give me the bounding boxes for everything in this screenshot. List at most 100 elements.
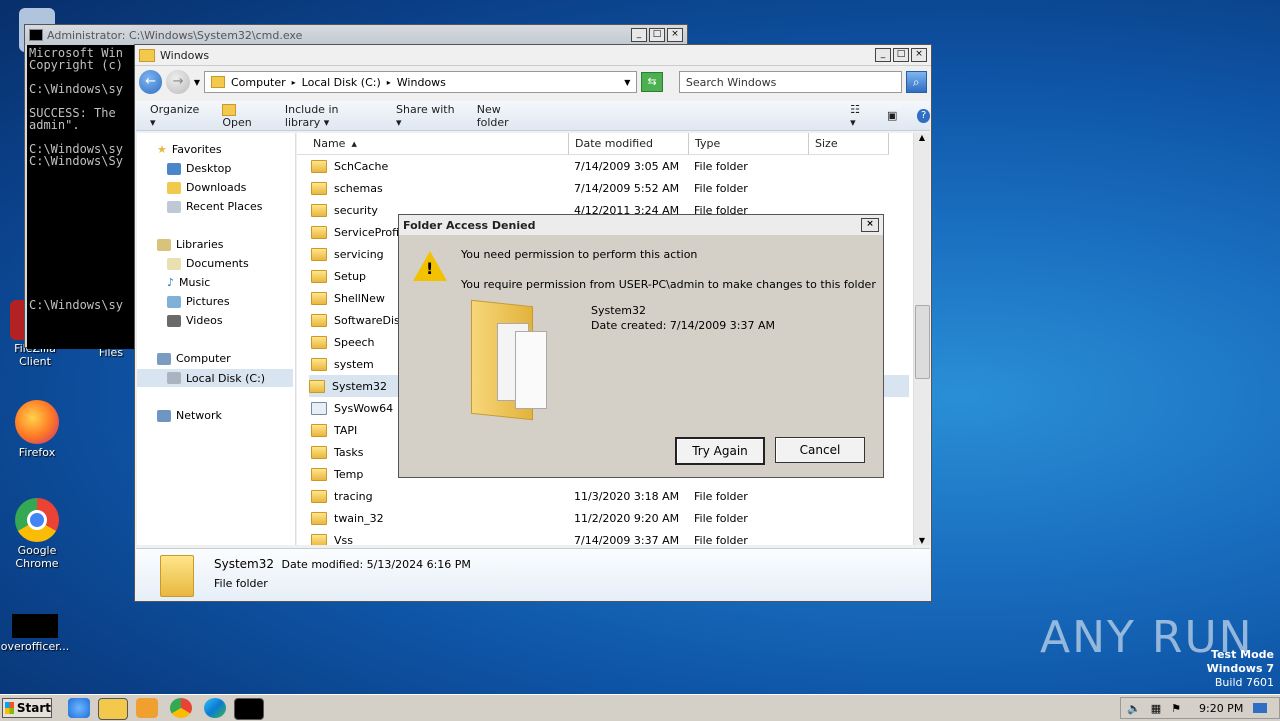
scroll-thumb[interactable] (915, 305, 930, 379)
search-input[interactable]: Search Windows (678, 71, 902, 93)
volume-icon[interactable]: 🔈 (1127, 702, 1141, 715)
file-type: File folder (694, 533, 748, 546)
column-header-date[interactable]: Date modified (569, 133, 689, 155)
nav-music[interactable]: ♪ Music (167, 276, 210, 289)
access-denied-dialog[interactable]: Folder Access Denied × ! You need permis… (398, 214, 884, 478)
scroll-up-icon[interactable]: ▲ (914, 133, 930, 142)
breadcrumb-computer[interactable]: Computer (231, 76, 286, 89)
clock[interactable]: 9:20 PM (1199, 702, 1243, 715)
console-line: C:\Windows\sy (29, 82, 123, 96)
dialog-date-created: Date created: 7/14/2009 3:37 AM (591, 319, 776, 332)
edge-icon[interactable] (204, 698, 226, 718)
console-line: Copyright (c) (29, 58, 123, 72)
try-again-button[interactable]: Try Again (675, 437, 765, 465)
start-button[interactable]: Start (2, 698, 52, 718)
chevron-right-icon[interactable]: ▸ (387, 78, 391, 87)
file-row[interactable]: twain_32 11/2/2020 9:20 AM File folder (311, 507, 911, 529)
history-dropdown-icon[interactable]: ▼ (194, 78, 200, 87)
desktop-icon-chrome[interactable]: Google Chrome (2, 498, 72, 570)
nav-local-disk[interactable]: Local Disk (C:) (137, 369, 293, 387)
maximize-button[interactable]: □ (649, 28, 665, 42)
system-tray: 🔈 ▦ ⚑ 9:20 PM (1120, 697, 1280, 719)
explorer-titlebar[interactable]: Windows _ □ × (135, 45, 931, 66)
show-desktop-icon[interactable] (1253, 703, 1268, 713)
open-button[interactable]: Open (222, 103, 265, 129)
dialog-close-button[interactable]: × (861, 218, 879, 232)
nav-recent-places[interactable]: Recent Places (167, 200, 263, 213)
file-row[interactable]: tracing 11/3/2020 3:18 AM File folder (311, 485, 911, 507)
dialog-titlebar[interactable]: Folder Access Denied × (399, 215, 883, 235)
desktop-icon-overofficer[interactable]: overofficer... (0, 614, 70, 653)
column-header-size[interactable]: Size (809, 133, 889, 155)
folder-thumbnail-icon (160, 555, 194, 597)
folder-icon (311, 225, 327, 239)
minimize-button[interactable]: _ (631, 28, 647, 42)
breadcrumb[interactable]: Computer ▸ Local Disk (C:) ▸ Windows ▼ (203, 71, 638, 93)
chevron-down-icon[interactable]: ▼ (624, 78, 630, 87)
file-row[interactable]: SchCache 7/14/2009 3:05 AM File folder (311, 155, 911, 177)
new-folder-button[interactable]: New folder (477, 103, 530, 129)
flag-icon[interactable]: ⚑ (1171, 702, 1181, 715)
back-button[interactable]: ← (139, 70, 163, 94)
column-header-type[interactable]: Type (689, 133, 809, 155)
address-bar-row: ← → ▼ Computer ▸ Local Disk (C:) ▸ Windo… (139, 67, 928, 97)
explorer-title: Windows (160, 48, 210, 62)
nav-documents[interactable]: Documents (167, 257, 249, 270)
close-button[interactable]: × (667, 28, 683, 42)
open-icon (222, 103, 237, 116)
media-player-icon[interactable] (136, 698, 158, 718)
search-icon[interactable]: ⌕ (905, 71, 928, 93)
nav-libraries[interactable]: Libraries (157, 238, 224, 251)
os-version: Windows 7 (1206, 662, 1274, 675)
music-icon: ♪ (167, 276, 175, 289)
nav-videos[interactable]: Videos (167, 314, 223, 327)
share-with-button[interactable]: Share with ▾ (396, 103, 457, 129)
minimize-button[interactable]: _ (875, 48, 891, 62)
breadcrumb-local-disk[interactable]: Local Disk (C:) (302, 76, 381, 89)
chevron-right-icon[interactable]: ▸ (292, 78, 296, 87)
folder-icon (311, 291, 327, 305)
folder-icon (311, 159, 327, 173)
nav-favorites[interactable]: ★ Favorites (157, 143, 222, 156)
breadcrumb-windows[interactable]: Windows (397, 76, 446, 89)
file-name: SchCache (334, 159, 389, 173)
column-header-name[interactable]: Name ▲ (297, 133, 569, 155)
cmd-titlebar[interactable]: Administrator: C:\Windows\System32\cmd.e… (25, 25, 687, 45)
nav-pictures[interactable]: Pictures (167, 295, 230, 308)
maximize-button[interactable]: □ (893, 48, 909, 62)
explorer-taskbar-icon[interactable] (98, 698, 128, 720)
scroll-down-icon[interactable]: ▼ (914, 536, 930, 545)
desktop-icon-label: Firefox (18, 446, 56, 459)
nav-downloads[interactable]: Downloads (167, 181, 246, 194)
view-options-icon[interactable]: ☷ ▾ (850, 103, 867, 129)
cancel-button[interactable]: Cancel (775, 437, 865, 463)
file-row[interactable]: Vss 7/14/2009 3:37 AM File folder (311, 529, 911, 545)
file-name: schemas (334, 181, 383, 195)
network-tray-icon[interactable]: ▦ (1151, 702, 1161, 715)
file-row[interactable]: schemas 7/14/2009 5:52 AM File folder (311, 177, 911, 199)
chrome-taskbar-icon[interactable] (170, 698, 192, 718)
preview-pane-icon[interactable]: ▣ (887, 109, 897, 122)
os-build: Build 7601 (1214, 676, 1274, 689)
command-bar: Organize ▾ Open Include in library ▾ Sha… (136, 101, 930, 131)
ie-icon[interactable] (68, 698, 90, 718)
nav-computer[interactable]: Computer (157, 352, 231, 365)
firefox-icon (15, 400, 59, 444)
file-type: File folder (694, 159, 748, 173)
vertical-scrollbar[interactable]: ▲ ▼ (913, 133, 930, 545)
nav-desktop[interactable]: Desktop (167, 162, 231, 175)
organize-button[interactable]: Organize ▾ (150, 103, 202, 129)
file-date: 11/2/2020 9:20 AM (574, 511, 680, 525)
desktop-icon-firefox[interactable]: Firefox (2, 400, 72, 459)
close-button[interactable]: × (911, 48, 927, 62)
forward-button[interactable]: → (166, 70, 190, 94)
help-icon[interactable]: ? (917, 108, 930, 123)
refresh-button[interactable]: ⇆ (641, 72, 663, 92)
include-in-library-button[interactable]: Include in library ▾ (285, 103, 376, 129)
cmd-title: Administrator: C:\Windows\System32\cmd.e… (47, 28, 303, 42)
cmd-console[interactable]: Microsoft Win Copyright (c) C:\Windows\sy S… (27, 45, 137, 349)
nav-network[interactable]: Network (157, 409, 222, 422)
cmd-taskbar-icon[interactable] (234, 698, 264, 720)
